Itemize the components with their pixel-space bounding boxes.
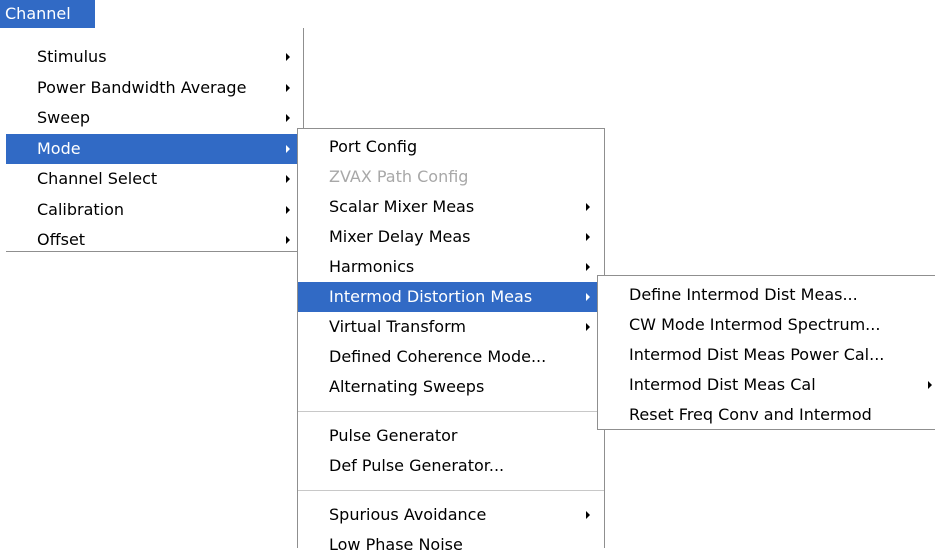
menu-item-label: Alternating Sweeps: [329, 377, 485, 396]
menu-item-label: Pulse Generator: [329, 426, 458, 445]
menu-item-harmonics[interactable]: Harmonics: [298, 252, 604, 282]
menu-item-label: Sweep: [37, 108, 91, 127]
menu-item-label: Intermod Distortion Meas: [329, 287, 533, 306]
menu-item-label: Reset Freq Conv and Intermod: [629, 405, 872, 424]
menu-item-label: Harmonics: [329, 257, 415, 276]
menu-item-cw-mode-intermod-spectrum[interactable]: CW Mode Intermod Spectrum...: [598, 310, 935, 340]
menu-item-power-bandwidth-average[interactable]: Power Bandwidth Average: [6, 73, 303, 104]
menu-separator: [298, 411, 604, 412]
intermod-distortion-submenu: Define Intermod Dist Meas... CW Mode Int…: [597, 275, 935, 430]
menu-item-label: Defined Coherence Mode...: [329, 347, 547, 366]
menu-item-pulse-generator[interactable]: Pulse Generator: [298, 421, 604, 451]
menu-item-reset-freq-conv-and-intermod[interactable]: Reset Freq Conv and Intermod: [598, 400, 935, 430]
channel-menu: Stimulus Power Bandwidth Average Sweep M…: [6, 28, 304, 252]
menu-item-label: Mode: [37, 138, 81, 158]
menu-item-label: Low Phase Noise: [329, 535, 463, 554]
menu-item-label: Scalar Mixer Meas: [329, 197, 475, 216]
submenu-arrow-icon: [928, 381, 932, 389]
submenu-arrow-icon: [586, 233, 590, 241]
menu-item-port-config[interactable]: Port Config: [298, 132, 604, 162]
menu-item-label: Mixer Delay Meas: [329, 227, 471, 246]
menu-item-label: Power Bandwidth Average: [37, 77, 247, 97]
submenu-arrow-icon: [586, 323, 590, 331]
menu-item-stimulus[interactable]: Stimulus: [6, 42, 303, 73]
menu-item-def-pulse-generator[interactable]: Def Pulse Generator...: [298, 451, 604, 481]
menu-item-calibration[interactable]: Calibration: [6, 195, 303, 226]
mode-submenu: Port Config ZVAX Path Config Scalar Mixe…: [297, 128, 605, 554]
submenu-arrow-icon: [586, 511, 590, 519]
menu-item-label: Port Config: [329, 137, 418, 156]
menu-item-label: Channel Select: [37, 169, 158, 188]
menu-item-label: Intermod Dist Meas Power Cal...: [629, 345, 885, 364]
submenu-arrow-icon: [286, 175, 290, 184]
menu-item-offset[interactable]: Offset: [6, 225, 303, 256]
menu-separator: [298, 490, 604, 491]
channel-menu-title[interactable]: Channel: [0, 0, 95, 28]
menu-item-label: Define Intermod Dist Meas...: [629, 285, 858, 304]
menu-item-zvax-path-config: ZVAX Path Config: [298, 162, 604, 192]
menu-item-label: Virtual Transform: [329, 317, 466, 336]
submenu-arrow-icon: [586, 203, 590, 211]
menu-item-virtual-transform[interactable]: Virtual Transform: [298, 312, 604, 342]
menu-item-defined-coherence-mode[interactable]: Defined Coherence Mode...: [298, 342, 604, 372]
menu-item-sweep[interactable]: Sweep: [6, 103, 303, 134]
menu-item-mixer-delay-meas[interactable]: Mixer Delay Meas: [298, 222, 604, 252]
menu-item-intermod-dist-meas-cal[interactable]: Intermod Dist Meas Cal: [598, 370, 935, 400]
menu-item-low-phase-noise[interactable]: Low Phase Noise: [298, 530, 604, 560]
menu-item-mode[interactable]: Mode: [6, 133, 303, 164]
submenu-arrow-icon: [286, 114, 290, 123]
submenu-arrow-icon: [286, 53, 290, 62]
submenu-arrow-icon: [586, 293, 590, 301]
menu-item-label: Intermod Dist Meas Cal: [629, 375, 816, 394]
menu-item-label: Stimulus: [37, 47, 107, 66]
submenu-arrow-icon: [586, 263, 590, 271]
menu-item-label: CW Mode Intermod Spectrum...: [629, 315, 881, 334]
menu-item-spurious-avoidance[interactable]: Spurious Avoidance: [298, 500, 604, 530]
submenu-arrow-icon: [286, 144, 290, 153]
menu-item-intermod-distortion-meas[interactable]: Intermod Distortion Meas: [298, 282, 604, 312]
menu-item-scalar-mixer-meas[interactable]: Scalar Mixer Meas: [298, 192, 604, 222]
menu-item-label: Def Pulse Generator...: [329, 456, 505, 475]
menu-item-label: Spurious Avoidance: [329, 505, 487, 524]
menu-item-label: ZVAX Path Config: [329, 167, 469, 186]
menu-item-intermod-dist-meas-power-cal[interactable]: Intermod Dist Meas Power Cal...: [598, 340, 935, 370]
menu-item-channel-select[interactable]: Channel Select: [6, 164, 303, 195]
menu-item-label: Offset: [37, 230, 86, 249]
submenu-arrow-icon: [286, 83, 290, 92]
menu-item-define-intermod-dist-meas[interactable]: Define Intermod Dist Meas...: [598, 280, 935, 310]
submenu-arrow-icon: [286, 236, 290, 245]
submenu-arrow-icon: [286, 205, 290, 214]
menu-item-alternating-sweeps[interactable]: Alternating Sweeps: [298, 372, 604, 402]
menu-item-label: Calibration: [37, 199, 125, 219]
